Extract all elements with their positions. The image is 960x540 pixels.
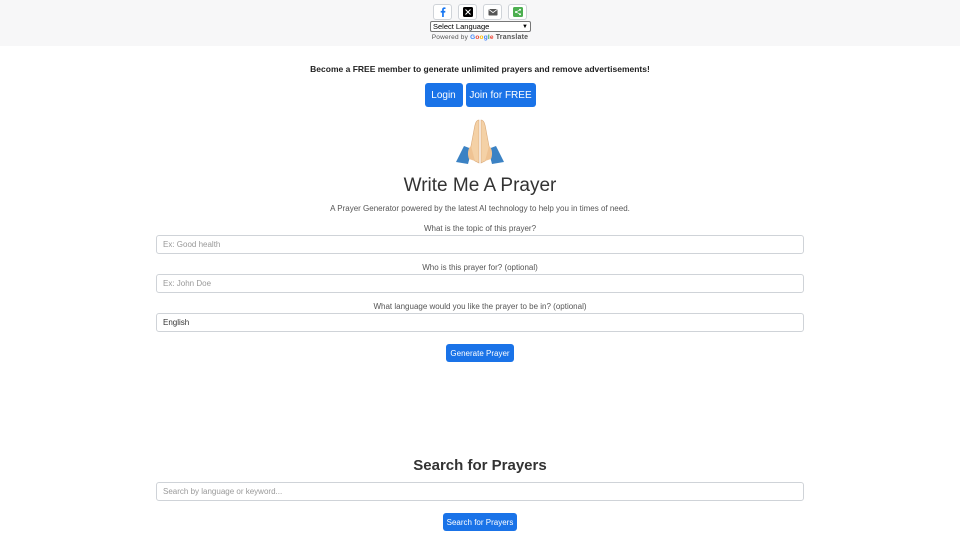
- login-button[interactable]: Login: [424, 83, 463, 107]
- topic-label: What is the topic of this prayer?: [423, 224, 537, 233]
- search-input[interactable]: [156, 482, 804, 501]
- language-input[interactable]: [156, 313, 804, 332]
- x-share-button[interactable]: [458, 4, 477, 20]
- google-logo: Google: [470, 34, 494, 41]
- topic-input[interactable]: [156, 235, 804, 254]
- search-title: Search for Prayers: [413, 457, 547, 474]
- praying-hands-icon: [456, 119, 504, 164]
- sharethis-share-button[interactable]: [508, 4, 527, 20]
- generate-prayer-button[interactable]: Generate Prayer: [446, 344, 514, 362]
- facebook-share-button[interactable]: [433, 4, 452, 20]
- x-icon: [462, 7, 473, 17]
- google-translate-credit: Powered by Google Translate: [0, 34, 960, 41]
- recipient-label: Who is this prayer for? (optional): [422, 263, 538, 272]
- language-select-label: Select Language: [433, 22, 490, 31]
- share-buttons: [0, 4, 960, 20]
- page-subtitle: A Prayer Generator powered by the latest…: [330, 204, 630, 213]
- chevron-down-icon: ▼: [522, 23, 528, 30]
- language-select[interactable]: Select Language ▼: [430, 21, 531, 32]
- language-label: What language would you like the prayer …: [373, 302, 587, 311]
- translate-link[interactable]: Translate: [496, 34, 529, 41]
- join-button[interactable]: Join for FREE: [465, 83, 536, 107]
- search-button[interactable]: Search for Prayers: [443, 513, 517, 531]
- powered-by-text: Powered by: [431, 34, 469, 41]
- facebook-icon: [440, 7, 445, 17]
- email-share-button[interactable]: [483, 4, 502, 20]
- recipient-input[interactable]: [156, 274, 804, 293]
- top-bar: Select Language ▼ Powered by Google Tran…: [0, 0, 960, 46]
- email-icon: [488, 9, 497, 16]
- page-title: Write Me A Prayer: [403, 175, 557, 196]
- auth-buttons: Login Join for FREE: [0, 83, 960, 107]
- share-icon: [512, 7, 523, 17]
- membership-banner: Become a FREE member to generate unlimit…: [310, 64, 650, 74]
